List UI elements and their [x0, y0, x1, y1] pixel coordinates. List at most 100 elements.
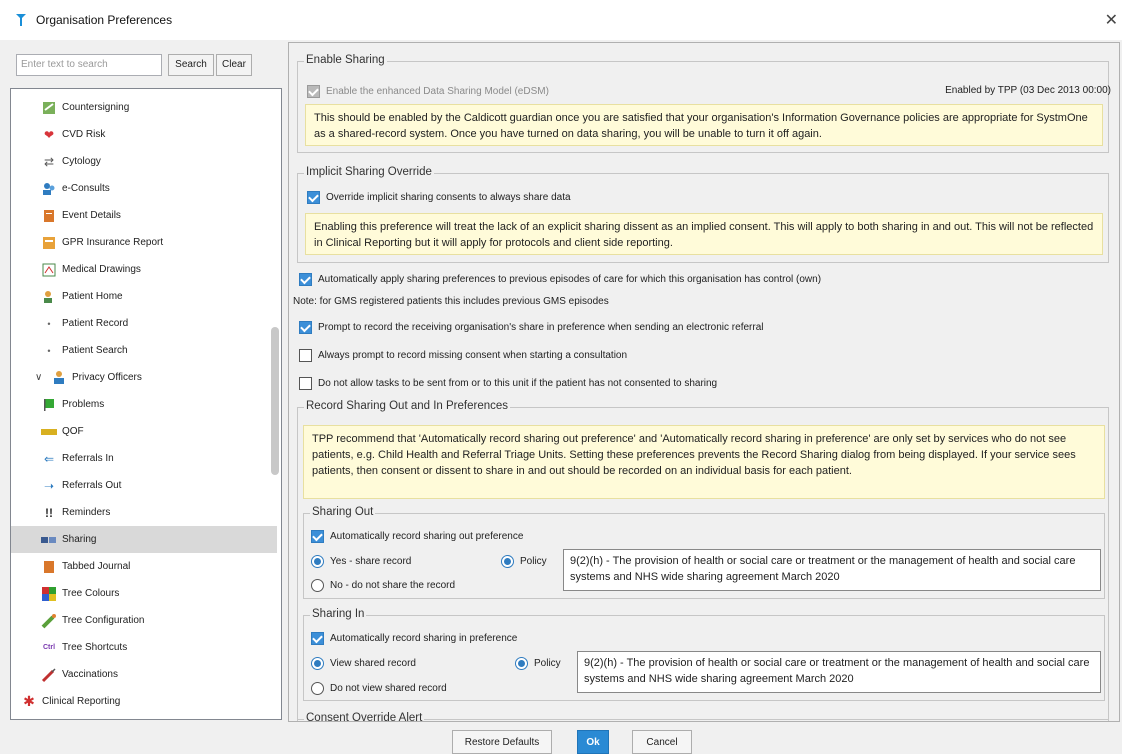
sharing-in-view-row: View shared record: [311, 657, 416, 670]
clear-button[interactable]: Clear: [216, 54, 252, 76]
preferences-panel: Enable Sharing Enable the enhanced Data …: [288, 42, 1120, 722]
report-icon: [41, 235, 57, 251]
tree-item-referrals-in[interactable]: ⇐ Referrals In: [41, 445, 281, 472]
tree-item-countersigning[interactable]: Countersigning: [41, 94, 281, 121]
gms-note-label: Note: for GMS registered patients this i…: [293, 296, 609, 307]
auto-apply-checkbox[interactable]: [299, 273, 312, 286]
tree-item-tree-shortcuts[interactable]: Ctrl Tree Shortcuts: [41, 634, 281, 661]
sharing-in-noview-label: Do not view shared record: [330, 683, 447, 694]
tree-item-label: Privacy Officers: [72, 372, 142, 383]
config-icon: [41, 613, 57, 629]
prompt-receiving-label: Prompt to record the receiving organisat…: [318, 322, 764, 333]
tree-item-e-consults[interactable]: e-Consults: [41, 175, 281, 202]
privacy-icon: [51, 370, 67, 386]
no-tasks-row: Do not allow tasks to be sent from or to…: [299, 377, 717, 390]
restore-defaults-button[interactable]: Restore Defaults: [452, 730, 552, 754]
sharing-in-view-radio[interactable]: [311, 657, 324, 670]
chevron-down-icon[interactable]: ∨: [35, 372, 42, 383]
edsm-label: Enable the enhanced Data Sharing Model (…: [326, 86, 549, 97]
tree-item-label: Clinical Reporting: [42, 696, 121, 707]
tree-item-label: Patient Home: [62, 291, 123, 302]
sharing-icon: [41, 532, 57, 548]
implicit-label: Override implicit sharing consents to al…: [326, 192, 571, 203]
tree-item-tree-configuration[interactable]: Tree Configuration: [41, 607, 281, 634]
close-icon[interactable]: ✕: [1105, 10, 1118, 30]
tree-item-cvd-risk[interactable]: ❤ CVD Risk: [41, 121, 281, 148]
ok-button[interactable]: Ok: [577, 730, 609, 754]
tree-item-label: Vaccinations: [62, 669, 118, 680]
tree-item-label: Sharing: [62, 534, 97, 545]
sharing-out-policy-textbox[interactable]: 9(2)(h) - The provision of health or soc…: [563, 549, 1101, 591]
tree-scrollbar[interactable]: [271, 327, 279, 475]
dialog-footer: Restore Defaults Ok Cancel: [0, 722, 1122, 754]
sharing-in-policy-row: Policy: [515, 657, 561, 670]
sharing-out-policy-label: Policy: [520, 556, 547, 567]
sharing-out-no-radio[interactable]: [311, 579, 324, 592]
sharing-out-auto-row: Automatically record sharing out prefere…: [311, 530, 523, 543]
shortcuts-icon: Ctrl: [42, 644, 56, 651]
sharing-out-yes-row: Yes - share record: [311, 555, 411, 568]
tree-item-patient-search[interactable]: • Patient Search: [41, 337, 281, 364]
auto-apply-row: Automatically apply sharing preferences …: [299, 273, 821, 286]
cancel-button[interactable]: Cancel: [632, 730, 692, 754]
group-legend: Implicit Sharing Override: [304, 166, 434, 178]
tree-item-referrals-out[interactable]: ➝ Referrals Out: [41, 472, 281, 499]
tree-item-sharing[interactable]: Sharing: [11, 526, 277, 553]
tree-item-cytology[interactable]: ⇄ Cytology: [41, 148, 281, 175]
sharing-out-yes-label: Yes - share record: [330, 556, 412, 567]
group-legend: Sharing In: [310, 608, 367, 620]
implicit-checkbox[interactable]: [307, 191, 320, 204]
sharing-in-policy-radio[interactable]: [515, 657, 528, 670]
enabled-by-label: Enabled by TPP (03 Dec 2013 00:00): [945, 85, 1111, 96]
tree-item-label: Cytology: [62, 156, 101, 167]
sharing-in-auto-label: Automatically record sharing in preferen…: [330, 633, 518, 644]
tree-item-vaccinations[interactable]: Vaccinations: [41, 661, 281, 688]
tree-item-qof[interactable]: QOF: [41, 418, 281, 445]
tree-item-patient-record[interactable]: • Patient Record: [41, 310, 281, 337]
search-input[interactable]: Enter text to search: [16, 54, 162, 76]
bullet-icon: •: [47, 318, 51, 329]
tree-item-problems[interactable]: Problems: [41, 391, 281, 418]
sharing-out-yes-radio[interactable]: [311, 555, 324, 568]
sharing-in-noview-radio[interactable]: [311, 682, 324, 695]
heart-icon: ❤: [43, 127, 55, 142]
tree-item-label: Referrals Out: [62, 480, 122, 491]
qof-icon: [41, 424, 57, 440]
sharing-in-policy-textbox[interactable]: 9(2)(h) - The provision of health or soc…: [577, 651, 1101, 693]
prompt-missing-checkbox[interactable]: [299, 349, 312, 362]
tree-item-clinical-reporting[interactable]: ✱ Clinical Reporting: [21, 688, 279, 715]
sharing-out-auto-checkbox[interactable]: [311, 530, 324, 543]
sharing-in-noview-row: Do not view shared record: [311, 682, 447, 695]
prompt-receiving-checkbox[interactable]: [299, 321, 312, 334]
referral-in-icon: ⇐: [43, 451, 55, 466]
edsm-checkbox[interactable]: [307, 85, 320, 98]
record-sharing-note: TPP recommend that 'Automatically record…: [303, 425, 1105, 499]
tree-item-medical-drawings[interactable]: Medical Drawings: [41, 256, 281, 283]
clinical-reporting-icon: ✱: [23, 693, 35, 709]
title-bar: Organisation Preferences ✕: [0, 0, 1122, 40]
sharing-in-auto-row: Automatically record sharing in preferen…: [311, 632, 517, 645]
preferences-tree: Countersigning ❤ CVD Risk ⇄ Cytology e-C…: [10, 88, 282, 720]
tree-item-gpr-insurance-report[interactable]: GPR Insurance Report: [41, 229, 281, 256]
tree-item-privacy-officers[interactable]: ∨ Privacy Officers: [11, 364, 277, 391]
tree-item-reminders[interactable]: !! Reminders: [41, 499, 281, 526]
tree-item-label: Patient Record: [62, 318, 129, 329]
no-tasks-checkbox[interactable]: [299, 377, 312, 390]
sharing-in-auto-checkbox[interactable]: [311, 632, 324, 645]
tree-item-patient-home[interactable]: Patient Home: [41, 283, 281, 310]
sharing-out-policy-radio[interactable]: [501, 555, 514, 568]
tree-item-event-details[interactable]: Event Details: [41, 202, 281, 229]
tree-item-tabbed-journal[interactable]: Tabbed Journal: [41, 553, 281, 580]
countersign-icon: [41, 100, 57, 116]
reminder-icon: !!: [45, 505, 53, 520]
edsm-row: Enable the enhanced Data Sharing Model (…: [307, 85, 549, 98]
sharing-in-policy-label: Policy: [534, 658, 561, 669]
search-button[interactable]: Search: [168, 54, 214, 76]
sharing-out-no-row: No - do not share the record: [311, 579, 455, 592]
tree-item-tree-colours[interactable]: Tree Colours: [41, 580, 281, 607]
sharing-out-policy-row: Policy: [501, 555, 547, 568]
patient-home-icon: [41, 289, 57, 305]
tree-item-label: CVD Risk: [62, 129, 106, 140]
drawing-icon: [41, 262, 57, 278]
left-panel: Enter text to search Search Clear Counte…: [10, 42, 282, 722]
